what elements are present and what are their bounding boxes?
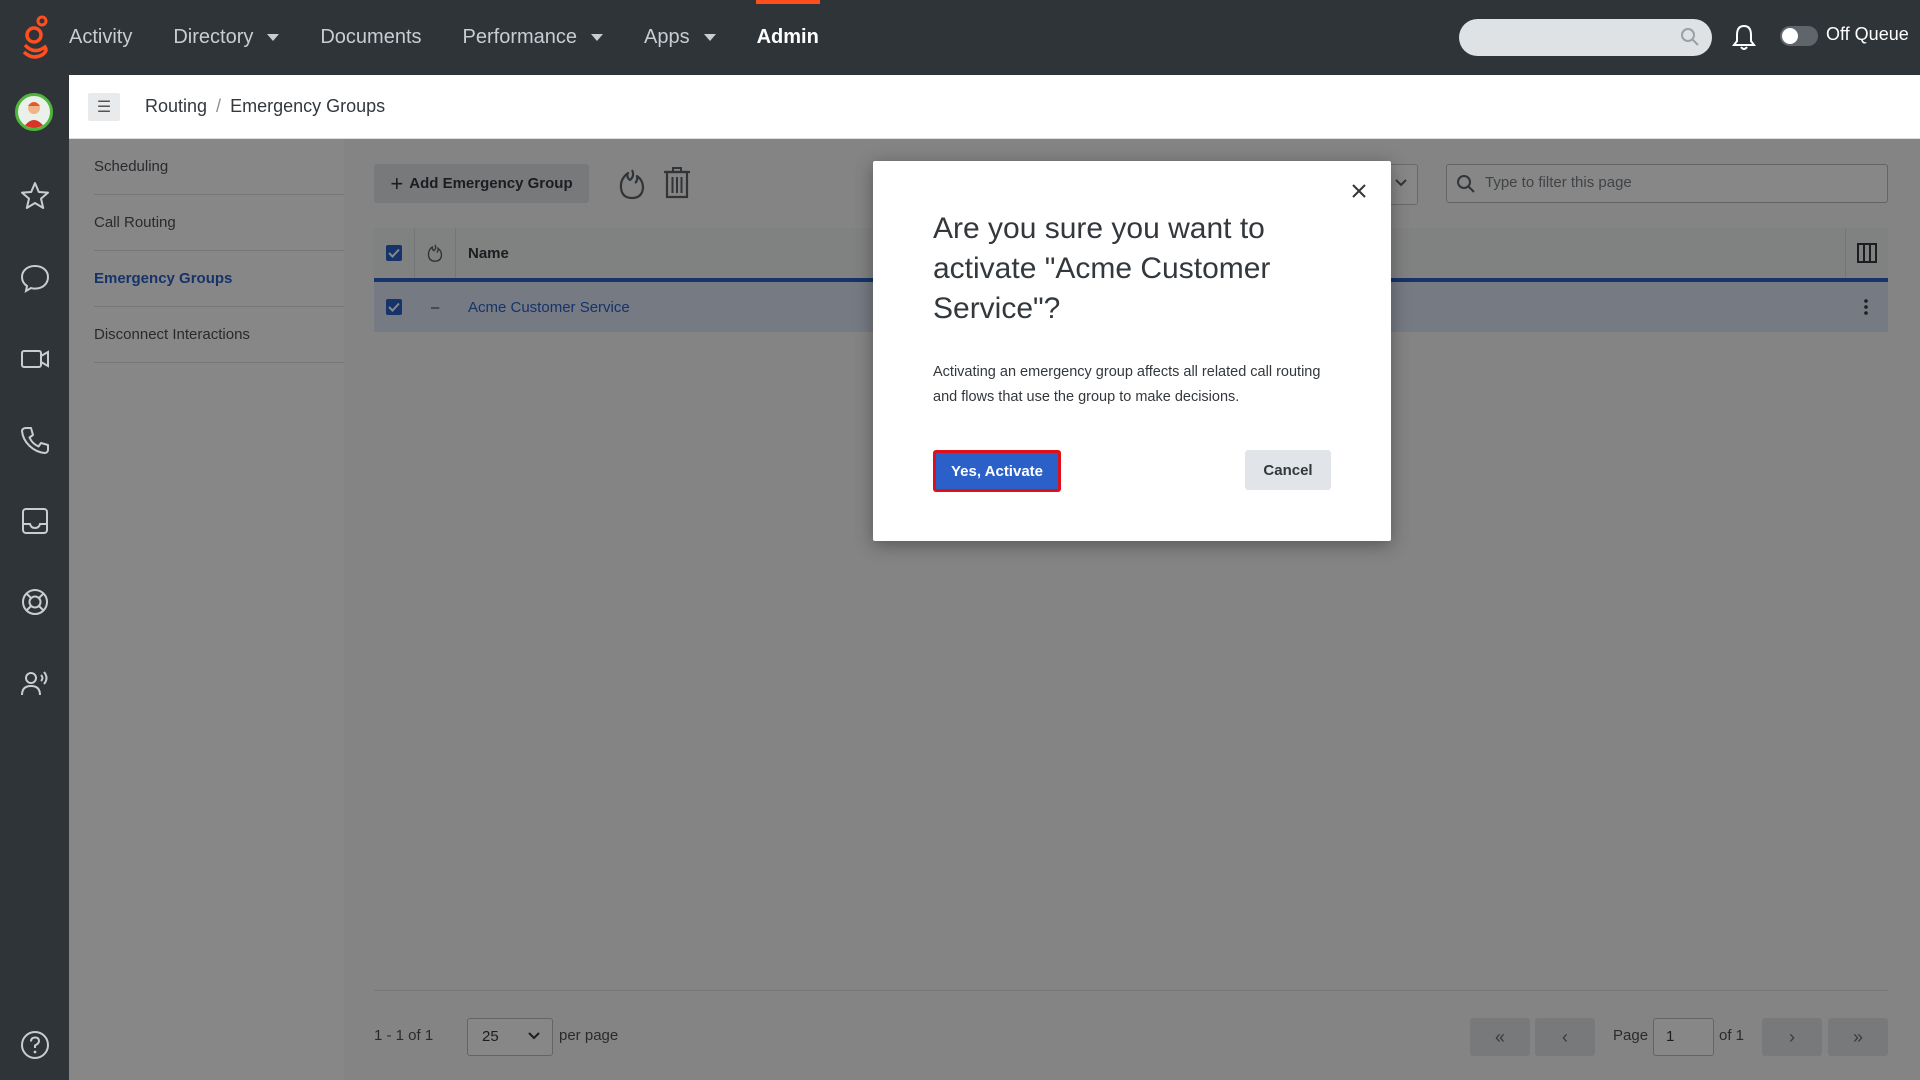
nav-directory-label: Directory — [173, 26, 254, 48]
hamburger-icon: ☰ — [96, 99, 112, 116]
page-header: ☰ Routing / Emergency Groups — [69, 75, 1920, 139]
dialog-message: Activating an emergency group affects al… — [933, 364, 1321, 405]
nav-activity-label: Activity — [69, 26, 133, 48]
nav-performance-label: Performance — [462, 26, 578, 48]
user-avatar[interactable] — [15, 93, 53, 131]
caret-down-icon — [267, 34, 280, 41]
main-nav: Activity Directory Documents Performance… — [69, 0, 860, 75]
speaking-person-icon[interactable] — [17, 665, 53, 701]
caret-down-icon — [703, 34, 716, 41]
nav-documents[interactable]: Documents — [320, 0, 421, 75]
cancel-button[interactable]: Cancel — [1245, 450, 1331, 490]
video-camera-icon[interactable] — [17, 341, 53, 377]
breadcrumb-routing-link[interactable]: Routing — [145, 96, 207, 116]
breadcrumb-current: Emergency Groups — [230, 96, 386, 116]
avatar-image-icon — [23, 102, 45, 128]
favorites-star-icon[interactable] — [17, 178, 53, 214]
queue-toggle[interactable] — [1780, 26, 1818, 46]
help-question-icon[interactable] — [17, 1027, 53, 1063]
nav-performance[interactable]: Performance — [463, 0, 604, 75]
nav-admin-label: Admin — [756, 26, 819, 48]
yes-activate-button[interactable]: Yes, Activate — [934, 451, 1060, 491]
activate-confirmation-dialog: Are you sure you want to activate "Acme … — [873, 161, 1391, 541]
queue-status-label: Off Queue — [1826, 24, 1909, 44]
phone-icon[interactable] — [17, 422, 53, 458]
nav-admin[interactable]: Admin — [755, 0, 821, 75]
nav-directory[interactable]: Directory — [173, 0, 280, 75]
nav-apps-label: Apps — [644, 26, 690, 48]
chat-bubble-icon[interactable] — [17, 260, 53, 296]
nav-activity[interactable]: Activity — [69, 0, 132, 75]
notifications-bell-icon[interactable] — [1729, 22, 1759, 52]
breadcrumb: Routing / Emergency Groups — [145, 96, 385, 117]
top-navigation-bar: Activity Directory Documents Performance… — [0, 0, 1920, 75]
breadcrumb-separator: / — [216, 96, 222, 116]
global-search-input[interactable] — [1459, 19, 1712, 56]
support-lifebuoy-icon[interactable] — [17, 584, 53, 620]
dialog-title: Are you sure you want to activate "Acme … — [933, 212, 1271, 325]
left-icon-rail — [0, 75, 69, 1080]
nav-apps[interactable]: Apps — [644, 0, 716, 75]
genesys-logo-icon[interactable] — [18, 15, 54, 59]
inbox-tray-icon[interactable] — [17, 503, 53, 539]
hamburger-menu-button[interactable]: ☰ — [88, 93, 120, 121]
caret-down-icon — [591, 34, 604, 41]
nav-documents-label: Documents — [320, 26, 422, 48]
search-icon — [1681, 28, 1699, 46]
close-icon[interactable] — [1349, 181, 1369, 201]
